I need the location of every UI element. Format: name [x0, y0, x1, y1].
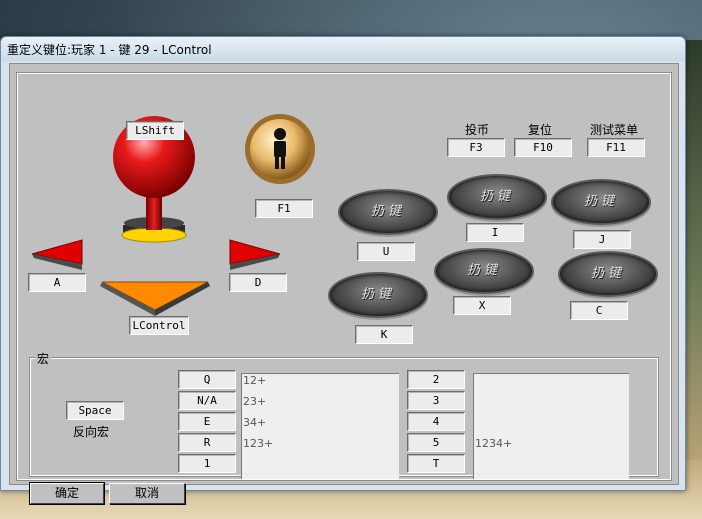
macro-right-key-3[interactable]: 4	[407, 412, 465, 431]
macro-trigger-key[interactable]: Space	[66, 401, 124, 420]
macro-left-line-4: 123+	[243, 437, 274, 450]
macro-left-key-2[interactable]: N/A	[178, 391, 236, 410]
joystick-center-key[interactable]: F1	[255, 199, 313, 218]
reset-label: 复位	[528, 123, 553, 137]
macro-right-line-4: 1234+	[475, 437, 513, 450]
joystick-right-key[interactable]: D	[229, 273, 287, 292]
action-button-4[interactable]: 扔键	[328, 272, 428, 318]
macro-left-key-1[interactable]: Q	[178, 370, 236, 389]
action-button-4-text: 扔键	[360, 287, 395, 302]
action-key-3[interactable]: J	[573, 230, 631, 249]
action-button-2-text: 扔键	[479, 189, 514, 204]
desktop-palm	[684, 40, 702, 460]
action-key-2[interactable]: I	[466, 223, 524, 242]
reverse-macro-label: 反向宏	[73, 425, 110, 439]
title-bar[interactable]: 重定义键位:玩家 1 - 键 29 - LControl	[1, 37, 685, 61]
joystick-left-key[interactable]: A	[28, 273, 86, 292]
joystick-base-ring	[121, 227, 187, 243]
right-arrow-icon[interactable]	[224, 234, 284, 274]
action-button-6-text: 扔键	[590, 266, 625, 281]
macro-right-key-2[interactable]: 3	[407, 391, 465, 410]
joystick-up-key[interactable]: LShift	[126, 121, 184, 140]
macro-group-label: 宏	[35, 350, 52, 367]
action-button-3[interactable]: 扔键	[551, 179, 651, 225]
action-button-3-text: 扔键	[583, 194, 618, 209]
window-title: 重定义键位:玩家 1 - 键 29 - LControl	[7, 43, 212, 57]
ok-button[interactable]: 确定	[29, 482, 105, 505]
action-button-1-text: 扔键	[370, 204, 405, 219]
coin-label: 投币	[465, 123, 490, 137]
macro-left-line-2: 23+	[243, 395, 267, 408]
dialog-client: LShift A D LControl F1 投币 F3 复位 F10 测试菜单…	[9, 63, 679, 505]
key-remap-dialog: 重定义键位:玩家 1 - 键 29 - LControl LShift A D …	[0, 36, 686, 505]
person-button-icon[interactable]	[243, 112, 317, 186]
action-button-2[interactable]: 扔键	[447, 174, 547, 220]
macro-left-key-5[interactable]: 1	[178, 454, 236, 473]
coin-key[interactable]: F3	[447, 138, 505, 157]
test-menu-label: 测试菜单	[590, 123, 639, 137]
macro-left-sequence[interactable]: 12+ 23+ 34+ 123+	[241, 373, 399, 479]
action-button-5-text: 扔键	[466, 263, 501, 278]
down-arrow-icon[interactable]	[98, 278, 212, 320]
action-key-6[interactable]: C	[570, 301, 628, 320]
macro-left-key-3[interactable]: E	[178, 412, 236, 431]
macro-right-sequence[interactable]: 1234+	[473, 373, 629, 479]
action-key-4[interactable]: K	[355, 325, 413, 344]
test-menu-key[interactable]: F11	[587, 138, 645, 157]
macro-right-key-4[interactable]: 5	[407, 433, 465, 452]
action-button-5[interactable]: 扔键	[434, 248, 534, 294]
macro-left-line-1: 12+	[243, 374, 267, 387]
macro-right-key-1[interactable]: 2	[407, 370, 465, 389]
action-key-5[interactable]: X	[453, 296, 511, 315]
macro-right-key-5[interactable]: T	[407, 454, 465, 473]
joystick-down-key[interactable]: LControl	[129, 316, 189, 335]
cancel-button[interactable]: 取消	[109, 483, 185, 504]
action-button-6[interactable]: 扔键	[558, 251, 658, 297]
macro-left-key-4[interactable]: R	[178, 433, 236, 452]
action-key-1[interactable]: U	[357, 242, 415, 261]
action-button-1[interactable]: 扔键	[338, 189, 438, 235]
left-arrow-icon[interactable]	[28, 234, 88, 274]
reset-key[interactable]: F10	[514, 138, 572, 157]
macro-left-line-3: 34+	[243, 416, 267, 429]
